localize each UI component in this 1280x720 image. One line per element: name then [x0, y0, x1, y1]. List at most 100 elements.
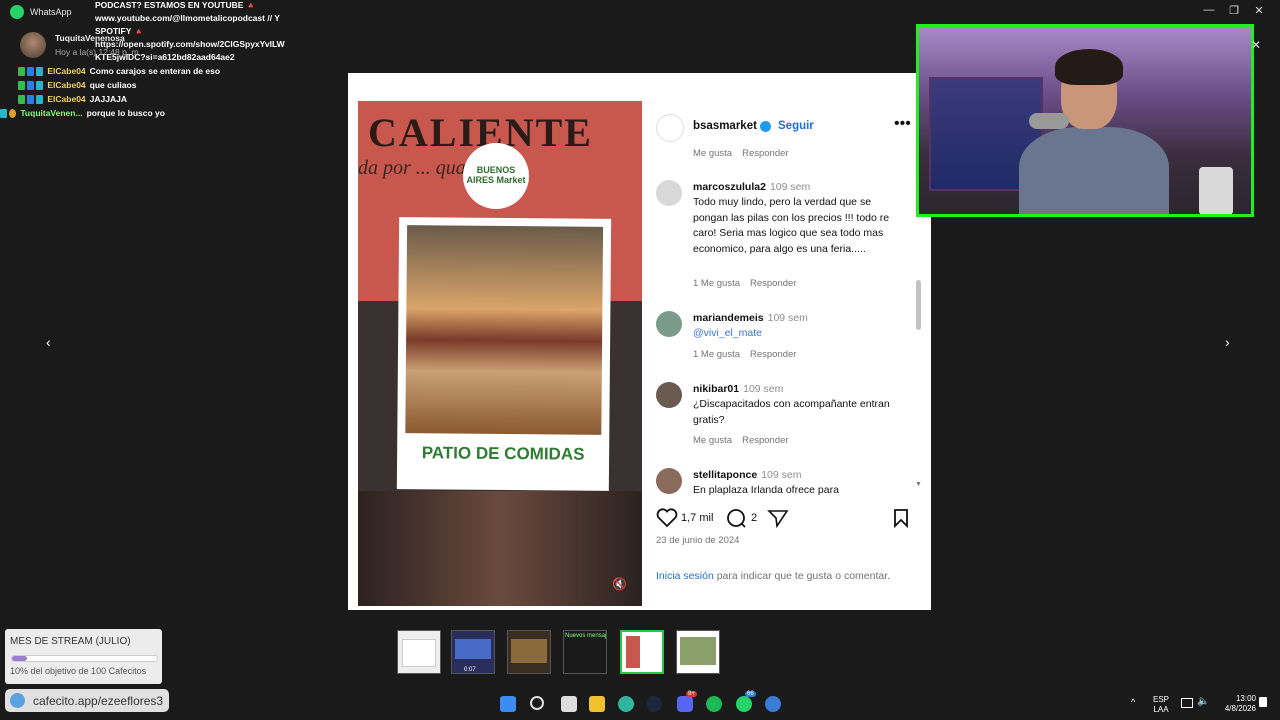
like-count[interactable]: 1,7 mil: [681, 512, 713, 524]
thumbnail[interactable]: [676, 630, 720, 674]
reply-button[interactable]: Responder: [742, 148, 788, 159]
comment: marcoszulula2 109 sem Todo muy lindo, per…: [656, 180, 906, 295]
comment-icon[interactable]: [726, 508, 748, 528]
spotify-icon[interactable]: [706, 696, 722, 712]
post-caption: PATIO DE COMIDAS: [421, 443, 585, 464]
like-comment-button[interactable]: Me gusta: [693, 148, 732, 159]
comment-actions: Me gusta Responder: [693, 435, 799, 446]
minimize-button[interactable]: —: [1201, 4, 1217, 16]
contact-time: Hoy a la(s) 12:48 p. m.: [55, 47, 141, 57]
login-link[interactable]: Inicia sesión: [656, 570, 714, 582]
comment: nikibar01 109 sem ¿Discapacitados con aco…: [656, 382, 906, 452]
post-image[interactable]: CALIENTE da por ... qualable c BUENOS AI…: [358, 101, 642, 606]
clock[interactable]: 13:00 4/8/2026: [1216, 694, 1256, 714]
comment-username[interactable]: marcoszulula2: [693, 181, 766, 193]
badge-icon: [27, 67, 34, 77]
window-title: WhatsApp: [30, 7, 72, 17]
comment-username[interactable]: nikibar01: [693, 383, 739, 395]
thumbnail-label: 0:07: [464, 667, 476, 673]
comment-text: En plaplaza Irlanda ofrece para: [693, 484, 839, 496]
stream-goal-widget: MES DE STREAM (JULIO) 10% del objetivo d…: [5, 629, 162, 684]
steam-icon[interactable]: [646, 696, 662, 712]
comment-avatar[interactable]: [656, 382, 682, 408]
login-prompt: Inicia sesión para indicar que te gusta …: [656, 569, 896, 584]
overlay-promo-line: PODCAST? ESTAMOS EN YOUTUBE 🔺: [95, 0, 257, 10]
like-comment-button[interactable]: Me gusta: [693, 435, 732, 446]
thumbnail[interactable]: Nuevos mensaj: [563, 630, 607, 674]
chat-text: Como carajos se enteran de eso: [89, 66, 221, 76]
share-icon[interactable]: [767, 508, 789, 528]
notification-icon[interactable]: [1259, 697, 1267, 707]
tray-caret-icon[interactable]: ^: [1131, 697, 1135, 707]
volume-icon[interactable]: 🔈: [1197, 696, 1209, 707]
bookmark-icon[interactable]: [892, 508, 910, 528]
discord-icon[interactable]: 9+: [677, 691, 697, 712]
task-view-icon[interactable]: [561, 696, 577, 712]
follow-button[interactable]: Seguir: [778, 120, 814, 132]
scroll-down-icon[interactable]: ▼: [915, 481, 922, 488]
prev-arrow-icon[interactable]: ‹: [46, 334, 51, 350]
post-header: bsasmarket Seguir •••: [656, 112, 916, 142]
comment-header: stellitaponce 109 sem: [693, 469, 801, 481]
chat-message: ElCabe04 que culiaos: [18, 80, 136, 92]
post-date: 23 de junio de 2024: [656, 535, 740, 546]
comment-time: 109 sem: [743, 383, 784, 395]
thumbnail[interactable]: [397, 630, 441, 674]
reply-button[interactable]: Responder: [750, 278, 796, 289]
thumbnail-selected[interactable]: [620, 630, 664, 674]
badge-icon: [36, 67, 43, 77]
close-button[interactable]: ✕: [1251, 4, 1267, 17]
market-logo-text: BUENOS AIRES Market: [466, 165, 526, 185]
chat-message: TuquitaVenen... porque lo busco yo: [0, 108, 165, 120]
clock-date: 4/8/2026: [1224, 704, 1256, 713]
thumbnail[interactable]: 0:07: [451, 630, 495, 674]
account-username[interactable]: bsasmarket: [693, 120, 757, 132]
network-icon[interactable]: [1181, 698, 1193, 708]
comments-scrollbar[interactable]: [916, 280, 921, 330]
chat-user: ElCabe04: [47, 66, 86, 76]
search-icon[interactable]: [530, 696, 544, 710]
language-indicator[interactable]: ESP LAA: [1153, 695, 1169, 715]
comment-time: 109 sem: [761, 469, 802, 481]
comment-avatar[interactable]: [656, 180, 682, 206]
start-menu-icon[interactable]: [500, 696, 516, 712]
reply-button[interactable]: Responder: [750, 349, 796, 360]
chat-user: ElCabe04: [47, 80, 86, 90]
reply-button[interactable]: Responder: [742, 435, 788, 446]
file-explorer-icon[interactable]: [589, 696, 605, 712]
comment-username[interactable]: mariandemeis: [693, 312, 764, 324]
comment-username[interactable]: stellitaponce: [693, 469, 757, 481]
restore-button[interactable]: ❐: [1226, 4, 1242, 17]
comment-time: 109 sem: [769, 181, 811, 193]
comment-text: ¿Discapacitados con acompañante entran g…: [693, 398, 890, 426]
comment-mention-link[interactable]: @vivi_el_mate: [693, 326, 905, 342]
like-count[interactable]: 1 Me gusta: [693, 349, 740, 360]
edge-browser-icon[interactable]: [618, 696, 634, 712]
comment-actions: 1 Me gusta Responder: [693, 349, 806, 360]
badge-icon: [27, 95, 34, 105]
app-icon[interactable]: [765, 696, 781, 712]
streamer-body: [1019, 127, 1169, 214]
comment-text: Todo muy lindo, pero la verdad que se po…: [693, 196, 890, 255]
verified-icon: [760, 121, 771, 132]
next-arrow-icon[interactable]: ›: [1225, 334, 1230, 350]
thumbnail[interactable]: [507, 630, 551, 674]
close-viewer-icon[interactable]: ✕: [1251, 38, 1261, 52]
chat-message: ElCabe04 Como carajos se enteran de eso: [18, 66, 220, 78]
whatsapp-badge: 66: [745, 691, 756, 697]
webcam-feed: [916, 24, 1254, 217]
whatsapp-taskbar-icon[interactable]: 66: [736, 691, 756, 712]
account-avatar[interactable]: [656, 114, 684, 142]
whatsapp-icon: [10, 5, 24, 19]
badge-icon: [36, 81, 43, 91]
comment: stellitaponce 109 sem En plaplaza Irlanda…: [656, 468, 906, 498]
like-count[interactable]: 1 Me gusta: [693, 278, 740, 289]
comment-avatar[interactable]: [656, 311, 682, 337]
heart-icon[interactable]: [656, 508, 678, 528]
comment-avatar[interactable]: [656, 468, 682, 494]
more-options-icon[interactable]: •••: [894, 115, 911, 133]
chat-text: JAJJAJA: [89, 94, 127, 104]
mute-icon[interactable]: 🔇: [612, 577, 627, 591]
goal-progress-fill: [12, 656, 27, 661]
login-prompt-text: para indicar que te gusta o comentar.: [713, 570, 891, 582]
